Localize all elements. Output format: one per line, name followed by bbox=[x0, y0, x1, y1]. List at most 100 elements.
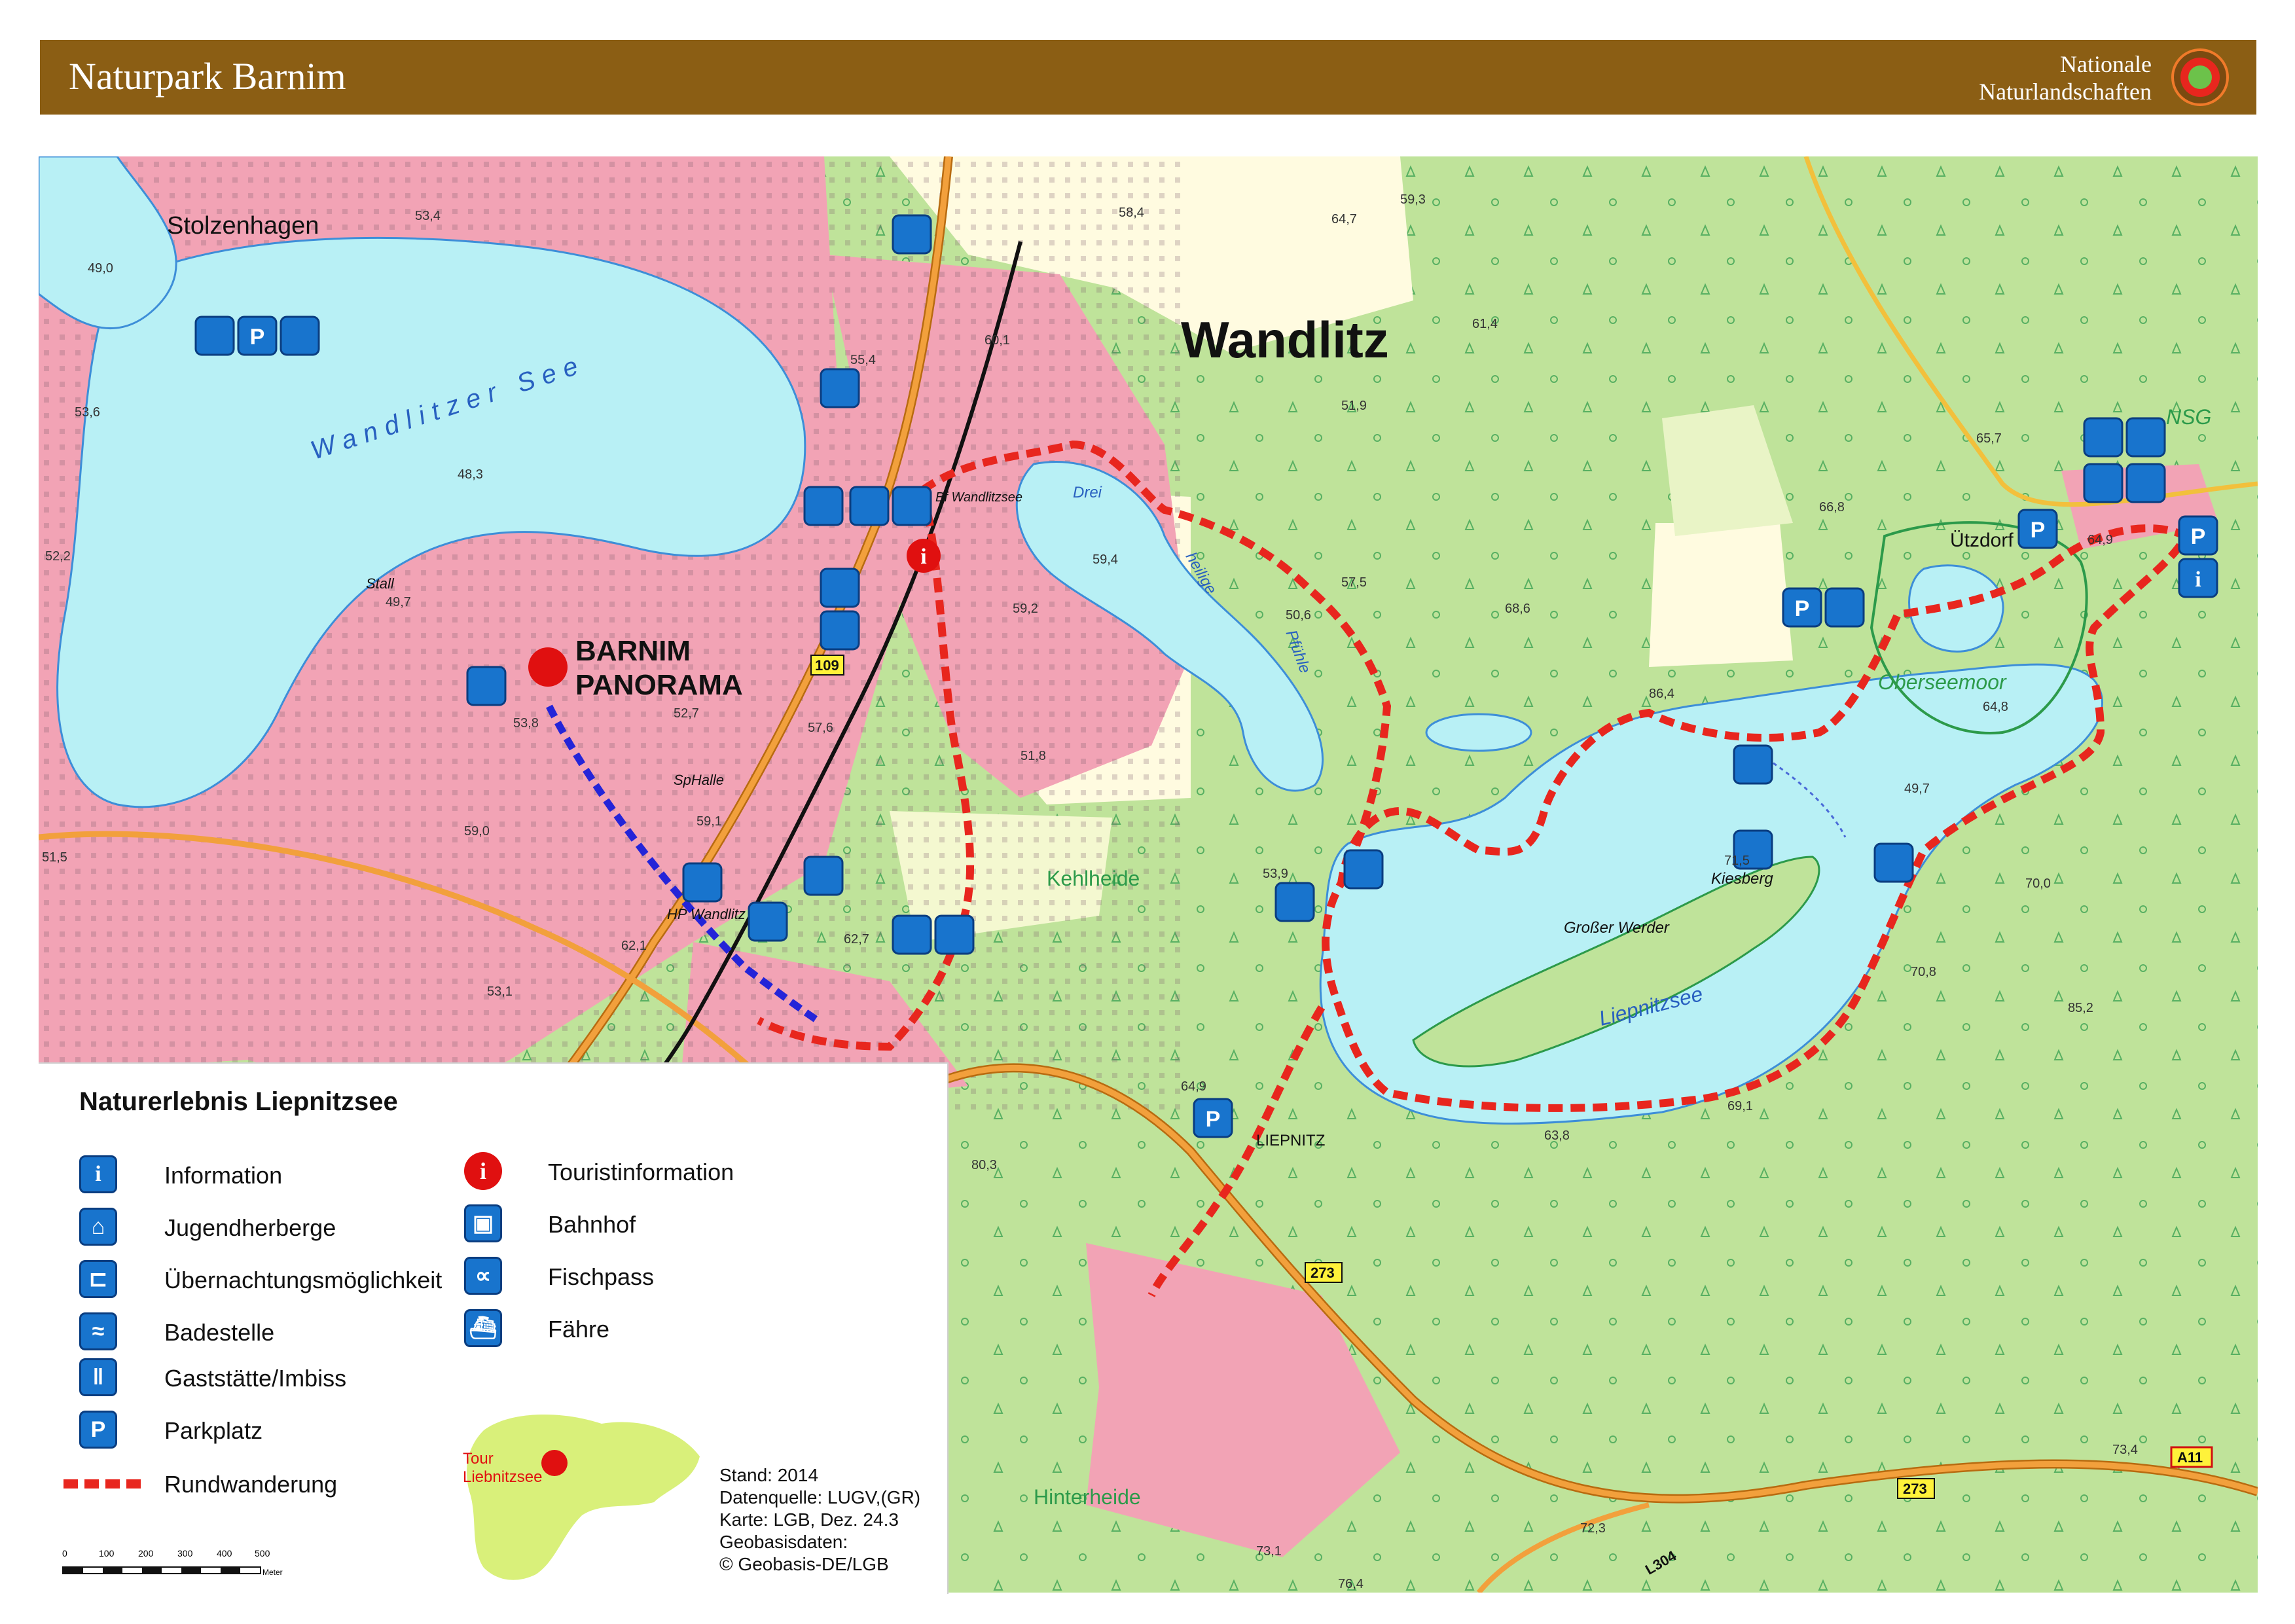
svg-text:P: P bbox=[2031, 518, 2046, 543]
youth-hostel-icon: ⌂ bbox=[79, 1208, 117, 1246]
spot-height: 70,0 bbox=[2025, 876, 2051, 891]
restaurant-icon bbox=[892, 914, 932, 955]
spot-height: 53,9 bbox=[1263, 867, 1288, 881]
locator-minimap bbox=[467, 1415, 700, 1580]
spot-height: 51,9 bbox=[1341, 399, 1367, 413]
spot-height: 53,6 bbox=[75, 405, 100, 420]
touristinfo-marker-glyph: i bbox=[920, 545, 926, 569]
swimming-icon bbox=[803, 486, 844, 526]
svg-text:P: P bbox=[250, 325, 265, 350]
legend-label: Information bbox=[164, 1162, 283, 1189]
place-stolzenhagen: Stolzenhagen bbox=[167, 212, 319, 240]
spot-height: 63,8 bbox=[1544, 1128, 1570, 1143]
restaurant-icon bbox=[892, 214, 932, 255]
youth-hostel-icon bbox=[2125, 417, 2166, 458]
legend-label: Jugendherberge bbox=[164, 1214, 336, 1241]
spot-height: 57,6 bbox=[808, 721, 833, 735]
fish-pass-icon bbox=[2125, 463, 2166, 503]
ferry-icon bbox=[1873, 842, 1914, 883]
restaurant-icon bbox=[803, 856, 844, 896]
legend-label: Parkplatz bbox=[164, 1417, 263, 1444]
lake-oberseemoor-pond bbox=[1908, 564, 2004, 653]
road-label-273b: 273 bbox=[1903, 1481, 1927, 1497]
label-bf-wandlitzsee: Bf Wandlitzsee bbox=[935, 490, 1023, 505]
road-label-109: 109 bbox=[815, 657, 839, 674]
spot-height: 80,3 bbox=[971, 1158, 997, 1172]
place-hinterheide: Hinterheide bbox=[1034, 1485, 1141, 1509]
legend-label: Übernachtungsmöglichkeit bbox=[164, 1267, 443, 1293]
source-info: Stand: 2014 Datenquelle: LUGV,(GR) Karte… bbox=[719, 1464, 920, 1576]
spot-height: 50,6 bbox=[1286, 608, 1311, 623]
place-utzdorf: Ützdorf bbox=[1950, 530, 2014, 551]
spot-height: 49,7 bbox=[386, 595, 411, 609]
spot-height: 70,8 bbox=[1911, 965, 1936, 979]
label-sphalle: SpHalle bbox=[674, 772, 725, 788]
spot-height: 53,1 bbox=[487, 984, 513, 999]
spot-height: 72,3 bbox=[1580, 1521, 1606, 1536]
svg-text:P: P bbox=[1206, 1107, 1221, 1132]
restaurant-icon bbox=[820, 368, 860, 408]
spot-height: 59,3 bbox=[1400, 192, 1426, 207]
barnim-panorama-line-1: BARNIM bbox=[575, 635, 691, 667]
legend-title: Naturerlebnis Liepnitzsee bbox=[79, 1087, 398, 1116]
train-station-icon: ▣ bbox=[464, 1204, 502, 1242]
label-kiesberg: Kiesberg bbox=[1711, 870, 1773, 888]
restaurant-icon bbox=[820, 610, 860, 651]
lake-small-pond bbox=[1425, 713, 1532, 752]
spot-height: 62,7 bbox=[844, 932, 869, 947]
spot-height: 76,4 bbox=[1338, 1577, 1364, 1591]
place-wandlitz: Wandlitz bbox=[1181, 311, 1389, 369]
minimap-label-1: Tour bbox=[463, 1450, 494, 1468]
spot-height: 62,1 bbox=[621, 939, 647, 953]
meadow-area bbox=[1649, 523, 1793, 667]
swimming-icon bbox=[194, 316, 235, 356]
scale-tick: 300 bbox=[177, 1548, 193, 1559]
spot-height: 55,4 bbox=[850, 353, 876, 367]
spot-height: 48,3 bbox=[458, 467, 483, 482]
place-kehlheide: Kehlheide bbox=[1047, 867, 1140, 890]
spot-height: 52,7 bbox=[674, 706, 699, 721]
copyright-text: © Geobasis-DE/LGB bbox=[719, 1554, 889, 1574]
scale-tick: 500 bbox=[255, 1548, 270, 1559]
spot-height: 65,7 bbox=[1976, 431, 2002, 446]
route-line-icon bbox=[63, 1479, 142, 1489]
spot-height: 61,4 bbox=[1472, 317, 1498, 331]
label-hp-wandlitz: HP Wandlitz bbox=[667, 906, 746, 922]
spot-height: 53,8 bbox=[513, 716, 539, 731]
fish-pass-icon: ∝ bbox=[464, 1257, 502, 1295]
karte-text: Karte: LGB, Dez. 24.3 bbox=[719, 1509, 899, 1530]
spot-height: 73,4 bbox=[2112, 1443, 2138, 1457]
place-liepnitz: LIEPNITZ bbox=[1256, 1132, 1326, 1149]
brand-line-1: Nationale bbox=[2060, 51, 2152, 77]
spot-height: 64,8 bbox=[1983, 700, 2008, 714]
label-stall: Stall bbox=[366, 575, 394, 592]
spot-height: 86,4 bbox=[1649, 687, 1674, 701]
water-drei: Drei bbox=[1073, 484, 1102, 501]
spot-height: 49,0 bbox=[88, 261, 113, 276]
swimming-icon bbox=[1274, 882, 1315, 922]
restaurant-icon bbox=[1824, 587, 1865, 628]
road-label-273a: 273 bbox=[1310, 1265, 1335, 1281]
minimap-label-2: Liebnitzsee bbox=[463, 1468, 543, 1486]
legend-label: Badestelle bbox=[164, 1319, 275, 1346]
legend-label: Touristinformation bbox=[548, 1159, 734, 1185]
page-title: Naturpark Barnim bbox=[69, 55, 346, 98]
barnim-panorama-line-2: PANORAMA bbox=[575, 669, 743, 701]
restaurant-icon bbox=[466, 666, 507, 706]
train-station-icon bbox=[892, 486, 932, 526]
spot-height: 49,7 bbox=[1904, 782, 1930, 796]
scale-tick: 400 bbox=[217, 1548, 232, 1559]
road-label-a11: A11 bbox=[2177, 1449, 2203, 1466]
spot-height: 71,5 bbox=[1724, 854, 1750, 868]
spot-height: 69,1 bbox=[1727, 1099, 1753, 1113]
legend-label: Fähre bbox=[548, 1316, 610, 1343]
spot-height: 52,2 bbox=[45, 549, 71, 564]
spot-height: 58,4 bbox=[1119, 206, 1144, 220]
restaurant-icon bbox=[849, 486, 890, 526]
swimming-icon: ≈ bbox=[79, 1312, 117, 1350]
scale-tick: 0 bbox=[62, 1548, 67, 1559]
svg-text:P: P bbox=[2191, 524, 2206, 549]
spot-height: 85,2 bbox=[2068, 1001, 2093, 1015]
spot-height: 57,5 bbox=[1341, 575, 1367, 590]
accommodation-icon bbox=[2083, 463, 2123, 503]
